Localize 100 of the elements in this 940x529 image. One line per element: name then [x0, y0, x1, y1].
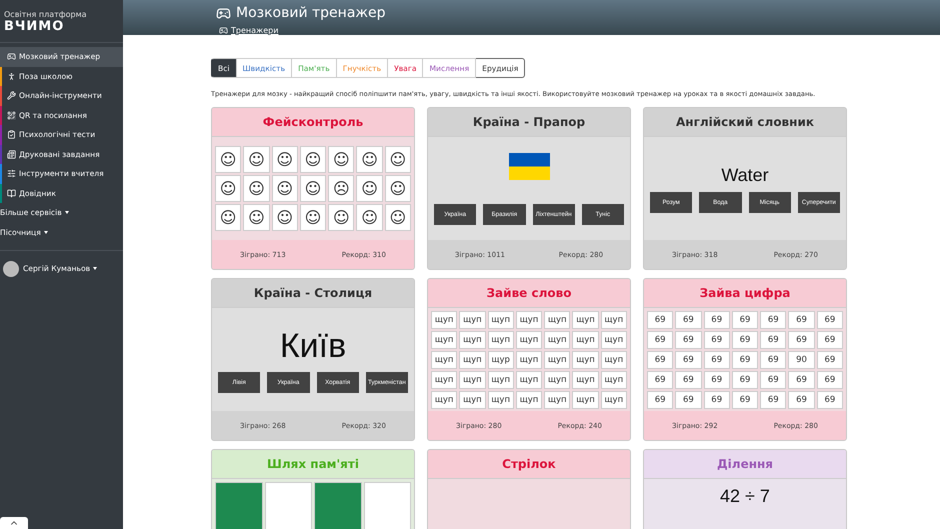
grid-cell[interactable]: щуп — [431, 390, 458, 408]
grid-cell[interactable]: щуп — [600, 350, 627, 368]
grid-cell[interactable]: 69 — [647, 310, 674, 328]
grid-cell[interactable]: щуп — [516, 390, 542, 408]
grid-cell[interactable]: щуп — [544, 390, 570, 408]
grid-cell[interactable]: ☺ — [300, 204, 326, 231]
grid-cell[interactable]: 69 — [760, 310, 786, 328]
grid-cell[interactable]: ☺ — [215, 204, 242, 231]
grid-cell[interactable]: щуп — [572, 370, 599, 388]
grid-cell[interactable]: ☺ — [356, 175, 383, 202]
grid-cell[interactable]: 69 — [760, 330, 786, 348]
grid-cell[interactable]: 69 — [732, 390, 758, 408]
brand-logo[interactable]: ВЧИМО — [4, 19, 119, 34]
grid-cell[interactable]: ☺ — [215, 175, 242, 202]
path-tile[interactable] — [314, 482, 362, 529]
grid-cell[interactable]: щуп — [516, 330, 542, 348]
breadcrumb-link[interactable]: Тренажери — [219, 26, 940, 35]
grid-cell[interactable]: 69 — [788, 390, 815, 408]
grid-cell[interactable]: 69 — [816, 350, 843, 368]
grid-cell[interactable]: ☺ — [272, 146, 298, 173]
grid-cell[interactable]: ☺ — [215, 146, 242, 173]
path-tile[interactable] — [215, 482, 262, 529]
grid-cell[interactable]: 69 — [647, 350, 674, 368]
grid-cell[interactable]: 69 — [704, 350, 730, 368]
grid-cell[interactable]: 69 — [788, 370, 815, 388]
grid-cell[interactable]: ☹ — [328, 175, 354, 202]
grid-cell[interactable]: щуп — [488, 390, 514, 408]
grid-cell[interactable]: щуп — [488, 330, 514, 348]
grid-cell[interactable]: ☺ — [384, 146, 411, 173]
grid-cell[interactable]: щуп — [572, 350, 599, 368]
grid-cell[interactable]: щуп — [516, 310, 542, 328]
grid-cell[interactable]: щуп — [544, 310, 570, 328]
grid-cell[interactable]: щуп — [459, 370, 486, 388]
grid-cell[interactable]: щуп — [544, 370, 570, 388]
grid-cell[interactable]: 69 — [760, 370, 786, 388]
newspaper-icon — [7, 150, 16, 159]
grid-cell[interactable]: 69 — [675, 370, 702, 388]
grid-cell[interactable]: ☺ — [328, 204, 354, 231]
grid-cell[interactable]: щур — [488, 350, 514, 368]
grid-cell[interactable]: 69 — [760, 390, 786, 408]
grid-cell[interactable]: 69 — [788, 310, 815, 328]
grid-cell[interactable]: ☺ — [356, 204, 383, 231]
grid-cell[interactable]: 69 — [816, 330, 843, 348]
grid-cell[interactable]: щуп — [488, 370, 514, 388]
scroll-top-button[interactable] — [0, 517, 28, 529]
grid-cell[interactable]: 69 — [816, 310, 843, 328]
grid-cell[interactable]: 69 — [675, 310, 702, 328]
grid-cell[interactable]: щуп — [459, 350, 486, 368]
grid-cell[interactable]: щуп — [431, 350, 458, 368]
path-tile[interactable] — [364, 482, 411, 529]
grid-cell[interactable]: щуп — [459, 330, 486, 348]
grid-cell[interactable]: щуп — [516, 350, 542, 368]
grid-cell[interactable]: 69 — [704, 330, 730, 348]
grid-cell[interactable]: 69 — [732, 350, 758, 368]
grid-cell[interactable]: 69 — [647, 330, 674, 348]
grid-cell[interactable]: щуп — [544, 330, 570, 348]
grid-cell[interactable]: ☺ — [243, 204, 270, 231]
grid-cell[interactable]: щуп — [431, 310, 458, 328]
grid-cell[interactable]: ☺ — [384, 204, 411, 231]
grid-cell[interactable]: 69 — [675, 330, 702, 348]
grid-cell[interactable]: щуп — [600, 310, 627, 328]
grid-cell[interactable]: 69 — [816, 370, 843, 388]
grid-cell[interactable]: ☺ — [356, 146, 383, 173]
grid-cell[interactable]: 69 — [760, 350, 786, 368]
grid-cell[interactable]: ☺ — [300, 146, 326, 173]
grid-cell[interactable]: 69 — [816, 390, 843, 408]
grid-cell[interactable]: 69 — [732, 330, 758, 348]
grid-cell[interactable]: щуп — [488, 310, 514, 328]
path-tile[interactable] — [264, 482, 312, 529]
grid-cell[interactable]: щуп — [459, 310, 486, 328]
grid-cell[interactable]: щуп — [600, 390, 627, 408]
grid-cell[interactable]: 90 — [788, 350, 815, 368]
grid-cell[interactable]: ☺ — [243, 146, 270, 173]
qr-code-icon — [7, 110, 16, 120]
grid-cell[interactable]: щуп — [431, 330, 458, 348]
grid-cell[interactable]: щуп — [572, 310, 599, 328]
grid-cell[interactable]: ☺ — [243, 175, 270, 202]
grid-cell[interactable]: ☺ — [272, 204, 298, 231]
grid-cell[interactable]: 69 — [675, 390, 702, 408]
grid-cell[interactable]: щуп — [544, 350, 570, 368]
grid-cell[interactable]: 69 — [732, 370, 758, 388]
grid-cell[interactable]: щуп — [431, 370, 458, 388]
grid-cell[interactable]: 69 — [675, 350, 702, 368]
grid-cell[interactable]: щуп — [600, 330, 627, 348]
grid-cell[interactable]: 69 — [704, 370, 730, 388]
grid-cell[interactable]: 69 — [704, 390, 730, 408]
grid-cell[interactable]: 69 — [788, 330, 815, 348]
grid-cell[interactable]: ☺ — [272, 175, 298, 202]
grid-cell[interactable]: щуп — [516, 370, 542, 388]
grid-cell[interactable]: ☺ — [328, 146, 354, 173]
grid-cell[interactable]: ☺ — [384, 175, 411, 202]
grid-cell[interactable]: щуп — [600, 370, 627, 388]
grid-cell[interactable]: щуп — [572, 390, 599, 408]
grid-cell[interactable]: щуп — [572, 330, 599, 348]
grid-cell[interactable]: 69 — [647, 370, 674, 388]
grid-cell[interactable]: 69 — [732, 310, 758, 328]
grid-cell[interactable]: ☺ — [300, 175, 326, 202]
grid-cell[interactable]: щуп — [459, 390, 486, 408]
grid-cell[interactable]: 69 — [704, 310, 730, 328]
grid-cell[interactable]: 69 — [647, 390, 674, 408]
